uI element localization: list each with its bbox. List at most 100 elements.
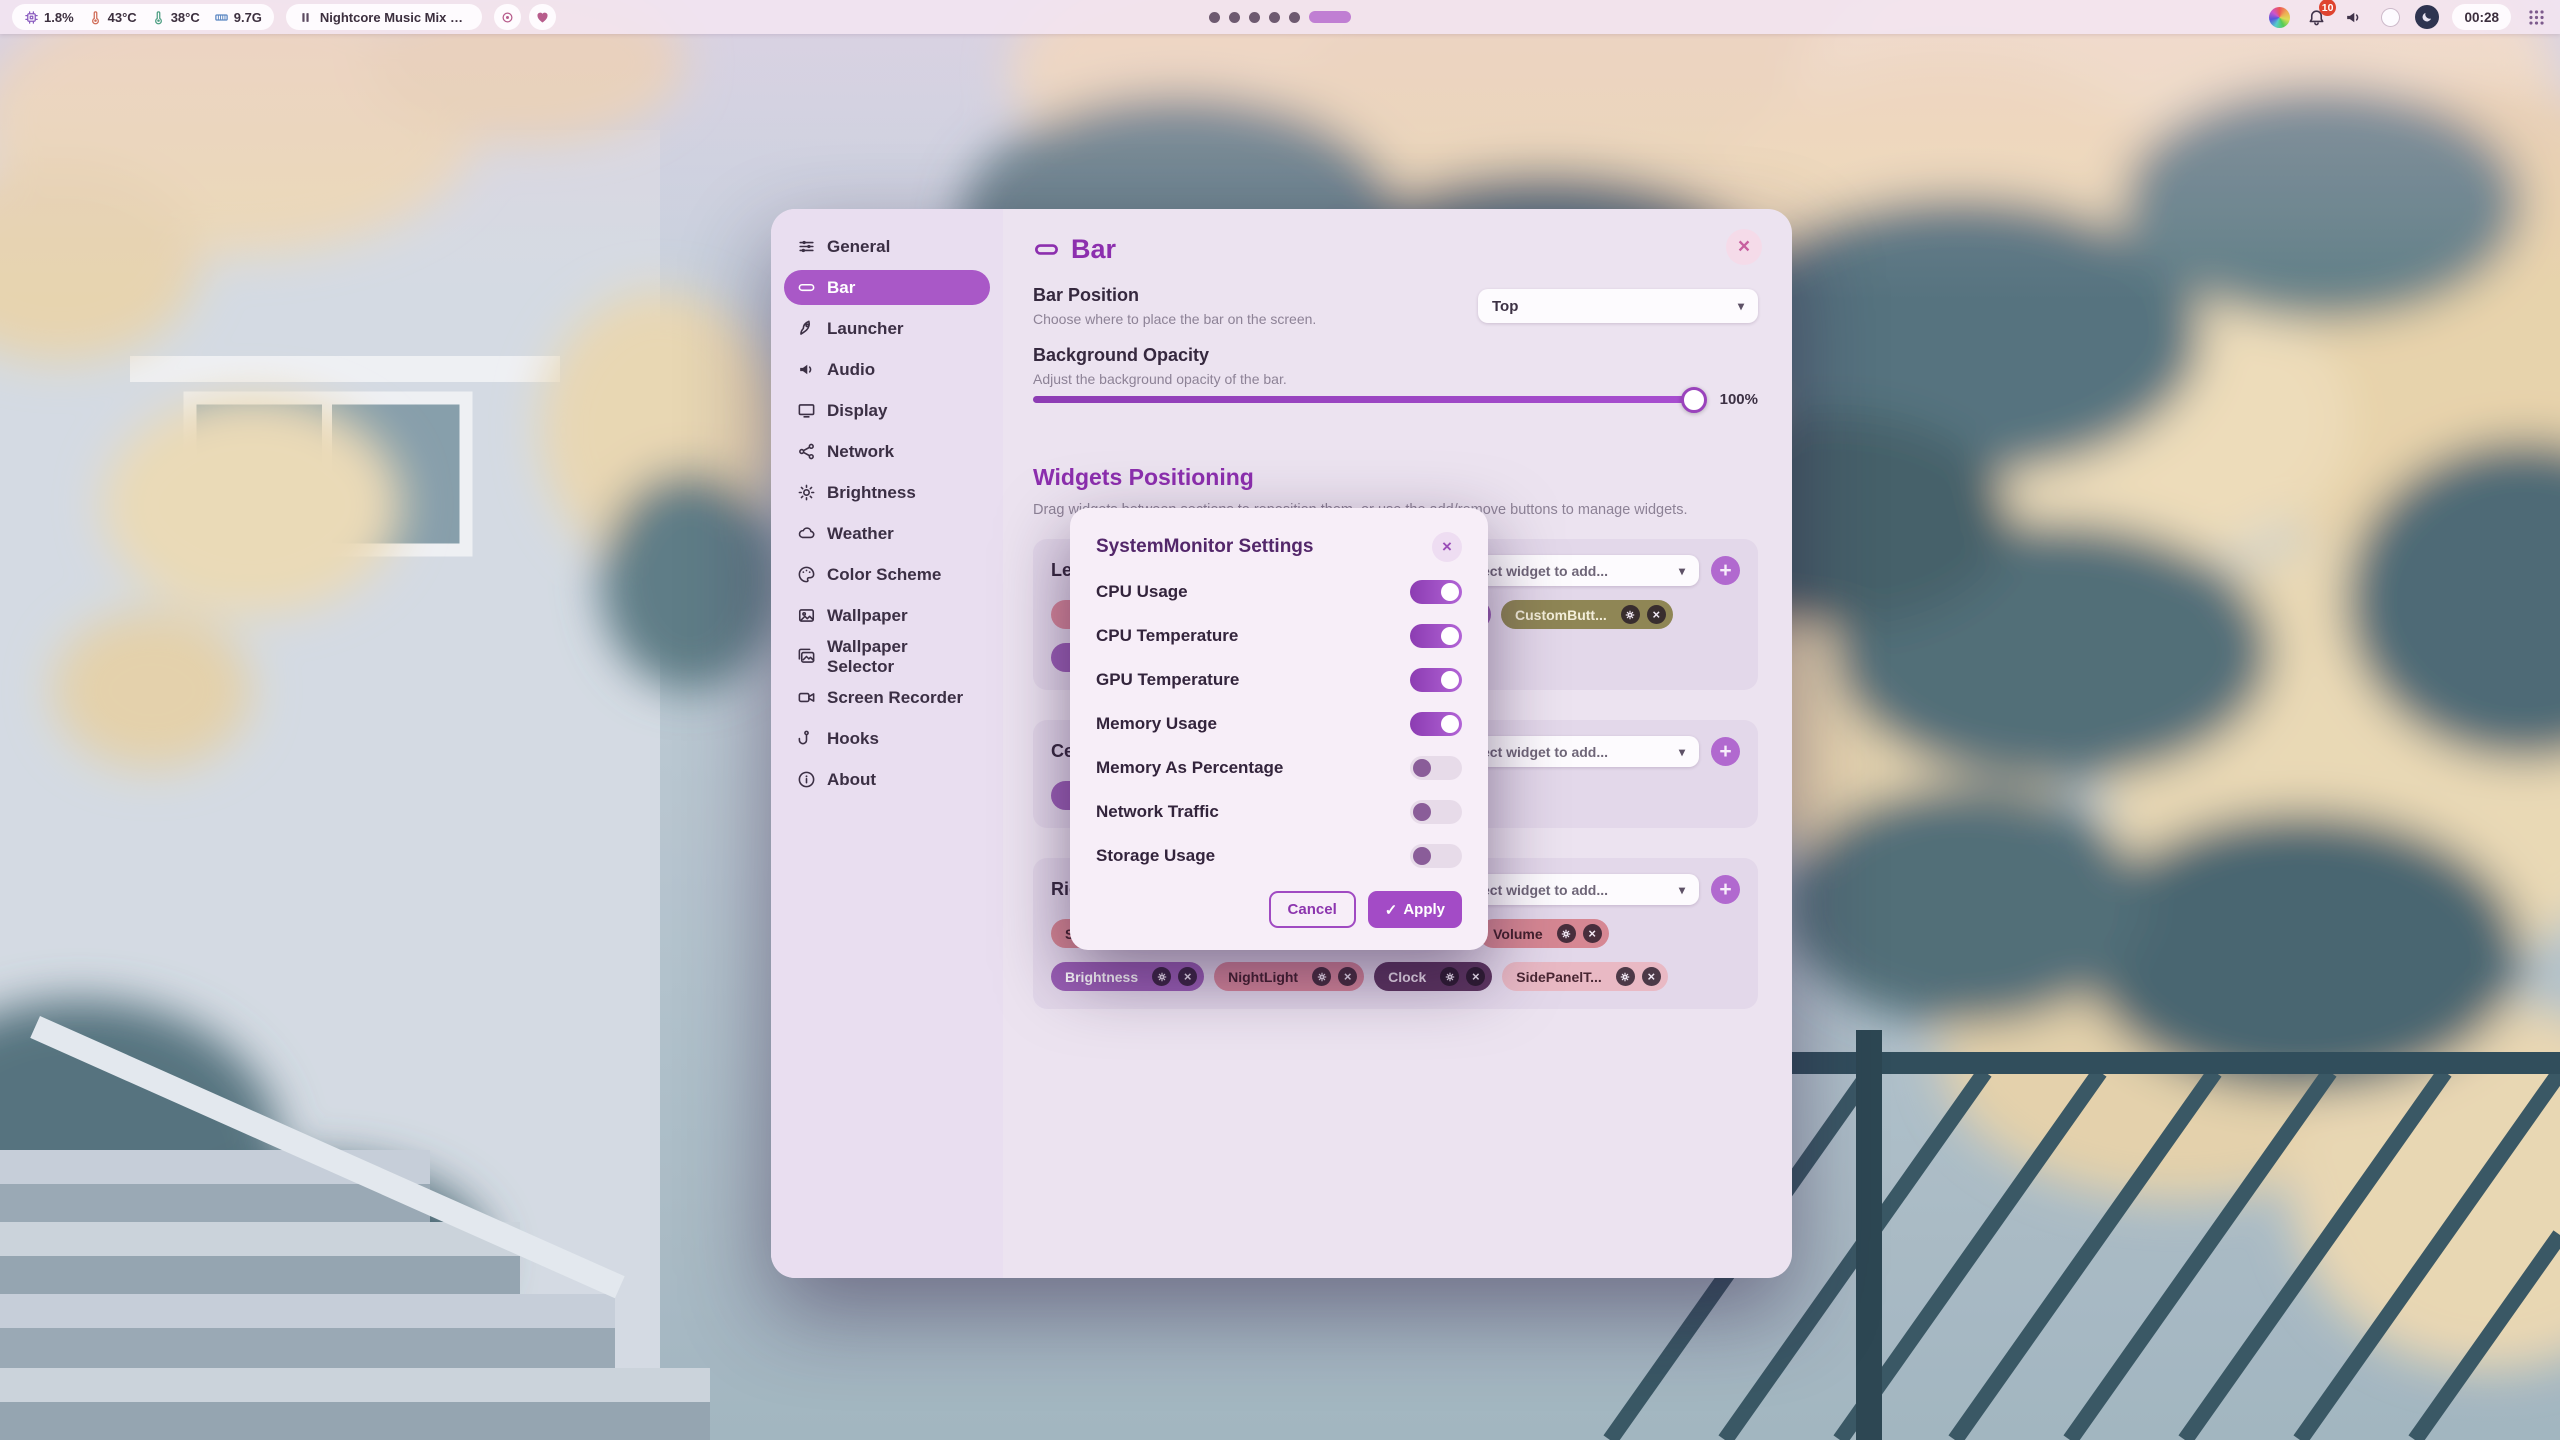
workspace-dot[interactable] [1229, 12, 1240, 23]
workspaces [1209, 11, 1351, 23]
sidebar-item-launcher[interactable]: Launcher [784, 311, 990, 346]
sidebar-item-about[interactable]: About [784, 762, 990, 797]
workspace-dot[interactable] [1289, 12, 1300, 23]
sidebar-item-bar[interactable]: Bar [784, 270, 990, 305]
sidebar-item-label: Audio [827, 360, 875, 380]
modal-toggle-list: CPU UsageCPU TemperatureGPU TemperatureM… [1096, 570, 1462, 878]
chevron-down-icon: ▾ [1738, 299, 1744, 313]
opacity-slider-knob[interactable] [1681, 387, 1707, 413]
sidebar-item-color-scheme[interactable]: Color Scheme [784, 557, 990, 592]
sidebar-item-general[interactable]: General [784, 229, 990, 264]
sidebar-item-wallpaper[interactable]: Wallpaper [784, 598, 990, 633]
target-icon [500, 10, 515, 25]
toggle-row-cpu-usage: CPU Usage [1096, 570, 1462, 614]
workspace-active[interactable] [1309, 11, 1351, 23]
bar-position-row: Bar Position Choose where to place the b… [1033, 285, 1758, 327]
widget-chip-volume[interactable]: Volume× [1479, 919, 1609, 948]
widget-chip-clock[interactable]: Clock× [1374, 962, 1492, 991]
modal-title: SystemMonitor Settings [1096, 536, 1313, 558]
stat-cpu: 1.8% [24, 10, 74, 25]
add-widget-button[interactable]: + [1711, 556, 1740, 585]
sidebar-nav: General Bar Launcher Audio Display Network Bri… [771, 209, 1003, 1278]
modal-close-button[interactable]: × [1432, 532, 1462, 562]
widget-chip-nightlight[interactable]: NightLight× [1214, 962, 1364, 991]
sidebar-item-wallpaper-selector[interactable]: Wallpaper Selector [784, 639, 990, 674]
widget-chip-brightness[interactable]: Brightness× [1051, 962, 1204, 991]
sidebar-item-audio[interactable]: Audio [784, 352, 990, 387]
widget-chip-custombutt[interactable]: CustomButt...× [1501, 600, 1673, 629]
widget-remove-icon[interactable]: × [1583, 924, 1602, 943]
widget-remove-icon[interactable]: × [1647, 605, 1666, 624]
media-title: Nightcore Music Mix 20... [320, 10, 470, 25]
toggle-memory-usage[interactable] [1410, 712, 1462, 736]
toggle-label: CPU Temperature [1096, 626, 1238, 646]
toggle-label: Memory As Percentage [1096, 758, 1283, 778]
add-widget-button[interactable]: + [1711, 875, 1740, 904]
toggle-gpu-temperature[interactable] [1410, 668, 1462, 692]
widget-remove-icon[interactable]: × [1338, 967, 1357, 986]
widget-remove-icon[interactable]: × [1642, 967, 1661, 986]
clock[interactable]: 00:28 [2452, 4, 2511, 30]
opacity-slider[interactable] [1033, 396, 1694, 403]
add-widget-button[interactable]: + [1711, 737, 1740, 766]
workspace-dot[interactable] [1249, 12, 1260, 23]
thermo-icon [88, 10, 103, 25]
apply-button[interactable]: ✓ Apply [1368, 891, 1462, 928]
image-icon [797, 606, 816, 625]
widget-settings-icon[interactable] [1440, 967, 1459, 986]
color-picker-icon[interactable] [2267, 5, 2291, 29]
app-grid-icon[interactable] [2524, 5, 2548, 29]
window-close-button[interactable]: × [1726, 229, 1762, 265]
sidebar-item-label: Bar [827, 278, 855, 298]
target-button[interactable] [494, 4, 521, 30]
chip-row: Brightness× NightLight× Clock× SidePanelT..… [1051, 962, 1740, 991]
widget-chip-sidepanelt[interactable]: SidePanelT...× [1502, 962, 1668, 991]
widget-remove-icon[interactable]: × [1178, 967, 1197, 986]
toggle-storage-usage[interactable] [1410, 844, 1462, 868]
ram-icon [214, 10, 229, 25]
workspace-dot[interactable] [1209, 12, 1220, 23]
widget-remove-icon[interactable]: × [1466, 967, 1485, 986]
sidebar-item-screen-recorder[interactable]: Screen Recorder [784, 680, 990, 715]
toggle-cpu-temperature[interactable] [1410, 624, 1462, 648]
screen-record-icon[interactable] [2378, 5, 2402, 29]
rocket-icon [797, 319, 816, 338]
info-icon [797, 770, 816, 789]
cancel-button[interactable]: Cancel [1269, 891, 1356, 928]
bar-position-dropdown[interactable]: Top ▾ [1478, 289, 1758, 323]
toggle-network-traffic[interactable] [1410, 800, 1462, 824]
sidebar-item-display[interactable]: Display [784, 393, 990, 428]
toggle-memory-as-percentage[interactable] [1410, 756, 1462, 780]
widget-settings-icon[interactable] [1616, 967, 1635, 986]
widget-settings-icon[interactable] [1312, 967, 1331, 986]
media-player-pill[interactable]: Nightcore Music Mix 20... [286, 4, 482, 30]
notification-badge: 10 [2319, 0, 2337, 16]
toggle-label: CPU Usage [1096, 582, 1188, 602]
top-bar-left: 1.8%43°C38°C9.7G Nightcore Music Mix 20.… [12, 4, 556, 30]
volume-icon[interactable] [2341, 5, 2365, 29]
widget-settings-icon[interactable] [1152, 967, 1171, 986]
modal-header: SystemMonitor Settings × [1096, 532, 1462, 562]
sidebar-item-network[interactable]: Network [784, 434, 990, 469]
toggle-label: Memory Usage [1096, 714, 1217, 734]
workspace-dot[interactable] [1269, 12, 1280, 23]
sidebar-item-label: Screen Recorder [827, 688, 963, 708]
notifications-bell-icon[interactable]: 10 [2304, 5, 2328, 29]
page-header: Bar [1033, 229, 1758, 269]
opacity-slider-fill [1033, 396, 1694, 403]
images-icon [797, 647, 816, 666]
opacity-slider-row: 100% [1033, 391, 1758, 408]
modal-actions: Cancel ✓ Apply [1096, 891, 1462, 928]
toggle-cpu-usage[interactable] [1410, 580, 1462, 604]
night-light-icon[interactable] [2415, 5, 2439, 29]
sidebar-item-label: Hooks [827, 729, 879, 749]
widget-settings-icon[interactable] [1621, 605, 1640, 624]
sidebar-item-hooks[interactable]: Hooks [784, 721, 990, 756]
toggle-row-storage-usage: Storage Usage [1096, 834, 1462, 878]
widget-settings-icon[interactable] [1557, 924, 1576, 943]
sidebar-item-brightness[interactable]: Brightness [784, 475, 990, 510]
toggle-row-memory-usage: Memory Usage [1096, 702, 1462, 746]
sidebar-item-weather[interactable]: Weather [784, 516, 990, 551]
sidebar-item-label: Wallpaper [827, 606, 908, 626]
heart-button[interactable] [529, 4, 556, 30]
